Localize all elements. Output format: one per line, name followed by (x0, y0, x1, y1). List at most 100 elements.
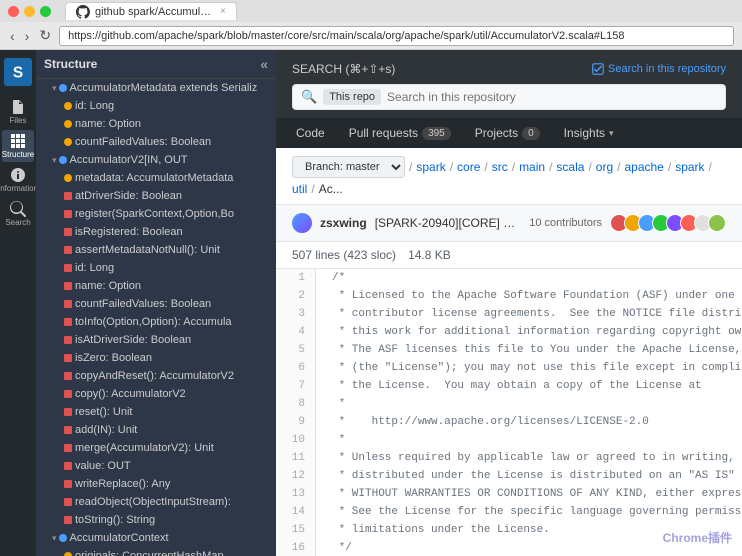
tree-item[interactable]: id: Long (36, 97, 276, 115)
projects-badge: 0 (522, 127, 540, 140)
nav-code-label: Code (296, 126, 325, 140)
sidebar-item-search[interactable]: Search (2, 198, 34, 230)
line-number: 8 (276, 395, 316, 413)
tree-item[interactable]: toString(): String (36, 511, 276, 529)
tree-item[interactable]: countFailedValues: Boolean (36, 295, 276, 313)
tab-close-btn[interactable]: × (220, 6, 226, 17)
collapse-btn[interactable]: « (260, 56, 268, 72)
path-apache[interactable]: apache (624, 160, 663, 174)
address-input[interactable] (59, 26, 734, 46)
search-in-repo-link[interactable]: Search in this repository (592, 63, 726, 75)
search-input[interactable] (387, 90, 717, 104)
nav-insights[interactable]: Insights ▾ (560, 124, 618, 142)
line-code: * (the "License"); you may not use this … (316, 359, 742, 377)
nav-projects-label: Projects (475, 126, 518, 140)
path-org[interactable]: org (596, 160, 613, 174)
nav-pull-requests[interactable]: Pull requests 395 (345, 124, 455, 142)
line-code: * distributed under the License is distr… (316, 467, 742, 485)
code-line: 13 * WITHOUT WARRANTIES OR CONDITIONS OF… (276, 485, 742, 503)
maximize-button[interactable] (40, 6, 51, 17)
line-number: 13 (276, 485, 316, 503)
github-content: Code Pull requests 395 Projects 0 Insigh… (276, 118, 742, 556)
file-meta: 507 lines (423 sloc) 14.8 KB (276, 242, 742, 269)
code-line: 3 * contributor license agreements. See … (276, 305, 742, 323)
path-src[interactable]: src (492, 160, 508, 174)
line-code: * Unless required by applicable law or a… (316, 449, 742, 467)
search-overlay: SEARCH (⌘+⇧+s) Search in this repository… (276, 50, 742, 122)
path-sep-6: / (617, 160, 620, 174)
tree-item[interactable]: ▾AccumulatorMetadata extends Serializ (36, 79, 276, 97)
line-number: 9 (276, 413, 316, 431)
path-file: Ac... (319, 182, 343, 196)
tree-item[interactable]: readObject(ObjectInputStream): (36, 493, 276, 511)
contrib-8 (708, 214, 726, 232)
nav-code[interactable]: Code (292, 124, 329, 142)
tree-item[interactable]: ▾AccumulatorV2[IN, OUT (36, 151, 276, 169)
path-util[interactable]: util (292, 182, 307, 196)
tree-item[interactable]: isAtDriverSide: Boolean (36, 331, 276, 349)
sidebar-item-files[interactable]: Files (2, 96, 34, 128)
reload-button[interactable]: ↻ (37, 27, 53, 44)
path-core[interactable]: core (457, 160, 480, 174)
tree-item[interactable]: isZero: Boolean (36, 349, 276, 367)
active-tab[interactable]: github spark/AccumulatorV2.scala at … × (65, 2, 237, 20)
minimize-button[interactable] (24, 6, 35, 17)
sidebar-item-information[interactable]: Information (2, 164, 34, 196)
tree-item[interactable]: name: Option (36, 115, 276, 133)
line-number: 10 (276, 431, 316, 449)
tree-item[interactable]: originals: ConcurrentHashMap (36, 547, 276, 556)
tree-item[interactable]: ▾AccumulatorContext (36, 529, 276, 547)
tree-item[interactable]: register(SparkContext,Option,Bo (36, 205, 276, 223)
path-spark2[interactable]: spark (675, 160, 704, 174)
forward-button[interactable]: › (23, 28, 32, 44)
path-sep-0: / (409, 160, 412, 174)
close-button[interactable] (8, 6, 19, 17)
tree-item[interactable]: copyAndReset(): AccumulatorV2 (36, 367, 276, 385)
tree-item[interactable]: assertMetadataNotNull(): Unit (36, 241, 276, 259)
code-line: 1/* (276, 269, 742, 287)
code-line: 12 * distributed under the License is di… (276, 467, 742, 485)
sidebar-item-structure[interactable]: Structure (2, 130, 34, 162)
svg-text:S: S (13, 65, 23, 82)
tree-item[interactable]: toInfo(Option,Option): Accumula (36, 313, 276, 331)
path-main[interactable]: main (519, 160, 545, 174)
tree-item[interactable]: metadata: AccumulatorMetadata (36, 169, 276, 187)
nav-projects[interactable]: Projects 0 (471, 124, 544, 142)
structure-title: Structure (44, 57, 97, 71)
icon-sidebar: S Files Structure Information Search (0, 50, 36, 556)
line-number: 3 (276, 305, 316, 323)
structure-label: Structure (2, 150, 34, 159)
tree-item[interactable]: id: Long (36, 259, 276, 277)
tree-item[interactable]: isRegistered: Boolean (36, 223, 276, 241)
window-controls (8, 6, 51, 17)
line-number: 12 (276, 467, 316, 485)
branch-select[interactable]: Branch: master (292, 156, 405, 178)
path-scala[interactable]: scala (556, 160, 584, 174)
line-code: * contributor license agreements. See th… (316, 305, 742, 323)
tree-item[interactable]: countFailedValues: Boolean (36, 133, 276, 151)
information-label: Information (0, 184, 38, 193)
code-line: 2 * Licensed to the Apache Software Foun… (276, 287, 742, 305)
tree-item[interactable]: add(IN): Unit (36, 421, 276, 439)
tree-item[interactable]: copy(): AccumulatorV2 (36, 385, 276, 403)
line-number: 11 (276, 449, 316, 467)
tree-item[interactable]: merge(AccumulatorV2): Unit (36, 439, 276, 457)
file-lines: 507 lines (423 sloc) (292, 248, 396, 262)
tree-item[interactable]: name: Option (36, 277, 276, 295)
path-spark[interactable]: spark (416, 160, 445, 174)
files-label: Files (10, 116, 27, 125)
tree-item[interactable]: atDriverSide: Boolean (36, 187, 276, 205)
author-name: zsxwing (320, 216, 367, 230)
back-button[interactable]: ‹ (8, 28, 17, 44)
path-sep-3: / (512, 160, 515, 174)
search-icon: 🔍 (301, 89, 317, 105)
main-content[interactable]: SEARCH (⌘+⇧+s) Search in this repository… (276, 50, 742, 556)
search-header: SEARCH (⌘+⇧+s) Search in this repository (292, 62, 726, 76)
tree-item[interactable]: reset(): Unit (36, 403, 276, 421)
line-code: * this work for additional information r… (316, 323, 742, 341)
tree-item[interactable]: value: OUT (36, 457, 276, 475)
file-size: 14.8 KB (408, 248, 451, 262)
line-code: * See the License for the specific langu… (316, 503, 742, 521)
tree-item[interactable]: writeReplace(): Any (36, 475, 276, 493)
this-repo-badge[interactable]: This repo (323, 89, 381, 105)
